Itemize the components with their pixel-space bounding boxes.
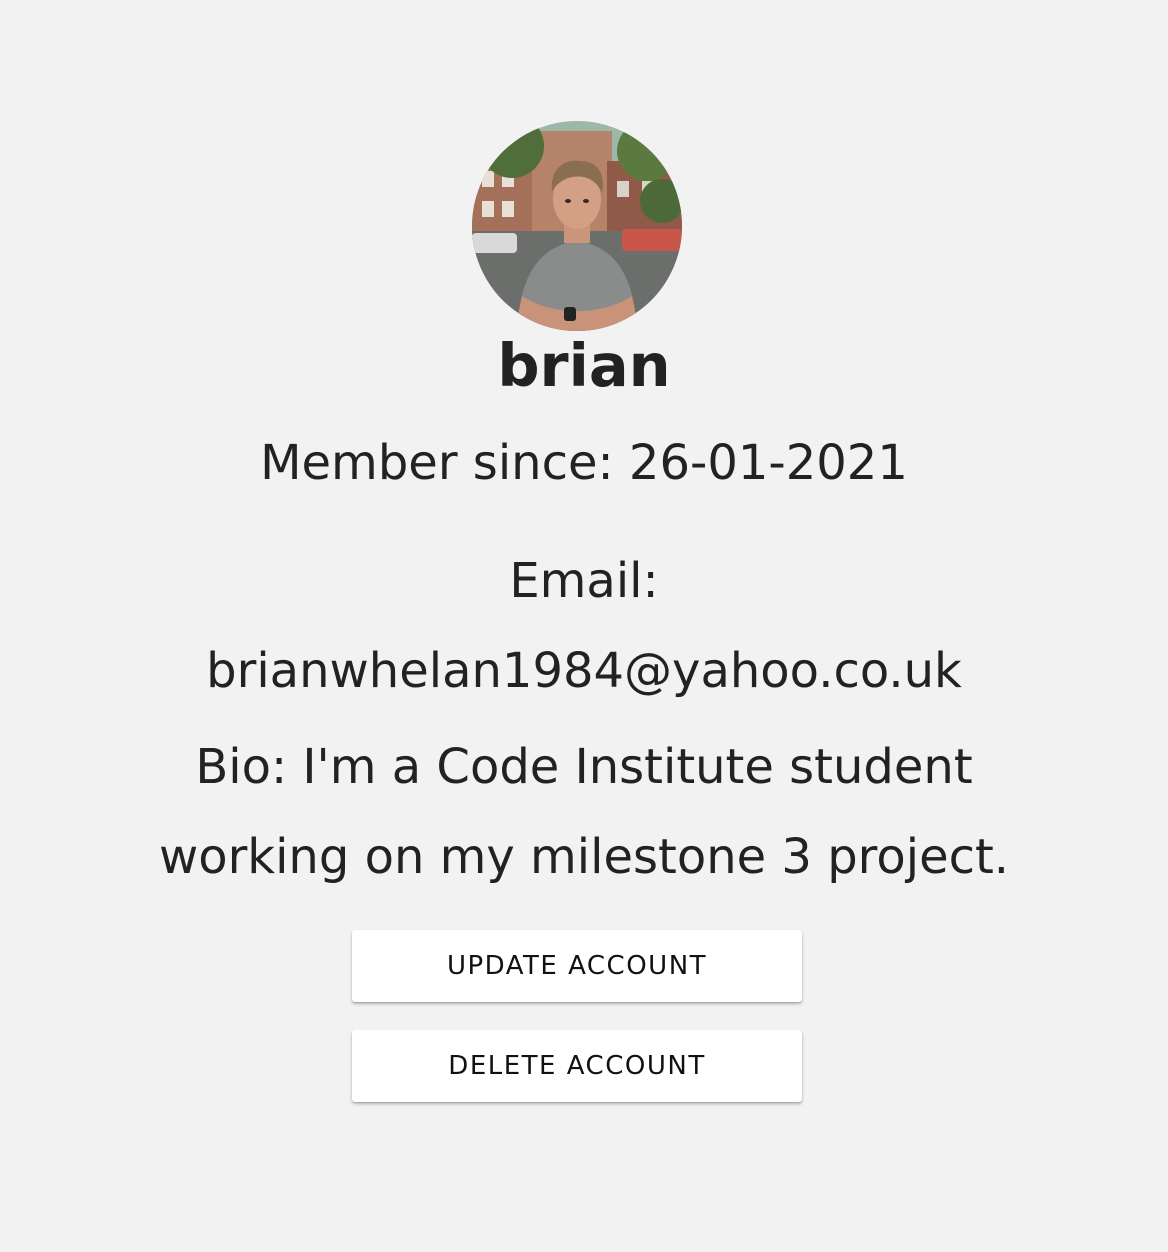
username: brian [497,331,671,400]
bio: Bio: I'm a Code Institute student workin… [158,739,1010,885]
avatar [472,121,682,331]
member-since: Member since: 26-01-2021 [260,435,908,491]
email-value: brianwhelan1984@yahoo.co.uk [206,643,962,699]
update-account-button[interactable]: UPDATE ACCOUNT [352,930,802,1002]
delete-account-button[interactable]: DELETE ACCOUNT [352,1030,802,1102]
email-label: Email: [509,553,659,609]
avatar-photo [472,121,682,331]
email-block: Email: brianwhelan1984@yahoo.co.uk [0,536,1168,716]
